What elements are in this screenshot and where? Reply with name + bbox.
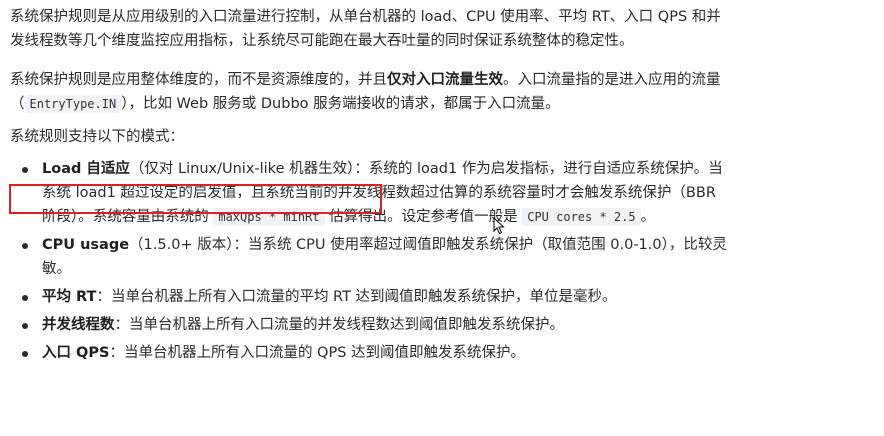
item-text: （1.5.0+ 版本）：当系统 CPU 使用率超过阈值即触发系统保护（取值范围 … [42, 237, 727, 277]
entry-type-code: EntryType.IN [24, 95, 122, 113]
item-text: ：当单台机器上所有入口流量的 QPS 达到阈值即触发系统保护。 [109, 345, 526, 361]
bullet-icon [22, 351, 28, 357]
item-text: ：当单台机器上所有入口流量的并发线程数达到阈值即触发系统保护。 [114, 317, 565, 333]
item-title: Load 自适应 [42, 161, 130, 177]
bullet-icon [22, 323, 28, 329]
list-item-threads: 并发线程数：当单台机器上所有入口流量的并发线程数达到阈值即触发系统保护。 [10, 313, 730, 337]
intro-paragraph: 系统保护规则是从应用级别的入口流量进行控制，从单台机器的 load、CPU 使用… [10, 9, 721, 49]
item-text: ：当单台机器上所有入口流量的平均 RT 达到阈值即触发系统保护，单位是毫秒。 [96, 289, 617, 305]
list-item-cpu-usage: CPU usage（1.5.0+ 版本）：当系统 CPU 使用率超过阈值即触发系… [10, 233, 730, 281]
bullet-icon [22, 167, 28, 173]
item-title: CPU usage [42, 237, 130, 253]
item-text-3: 。 [640, 209, 656, 225]
scope-paragraph: 系统保护规则是应用整体维度的，而不是资源维度的，并且仅对入口流量生效。入口流量指… [10, 68, 730, 116]
scope-emphasis: 仅对入口流量生效 [387, 72, 503, 88]
item-title: 入口 QPS [42, 345, 110, 361]
modes-heading: 系统规则支持以下的模式： [10, 129, 184, 145]
cpu-cores-code: CPU cores * 2.5 [522, 208, 641, 226]
list-item-avg-rt: 平均 RT：当单台机器上所有入口流量的平均 RT 达到阈值即触发系统保护，单位是… [10, 285, 730, 309]
mouse-cursor-icon [493, 217, 505, 235]
scope-text-1: 系统保护规则是应用整体维度的，而不是资源维度的，并且 [10, 72, 387, 88]
item-title: 并发线程数 [42, 317, 115, 333]
item-title: 平均 RT [42, 289, 97, 305]
scope-text-3: ），比如 Web 服务或 Dubbo 服务端接收的请求，都属于入口流量。 [121, 96, 560, 112]
bullet-icon [22, 295, 28, 301]
red-annotation-box [9, 184, 382, 214]
list-item-qps: 入口 QPS：当单台机器上所有入口流量的 QPS 达到阈值即触发系统保护。 [10, 341, 730, 365]
bullet-icon [22, 243, 28, 249]
